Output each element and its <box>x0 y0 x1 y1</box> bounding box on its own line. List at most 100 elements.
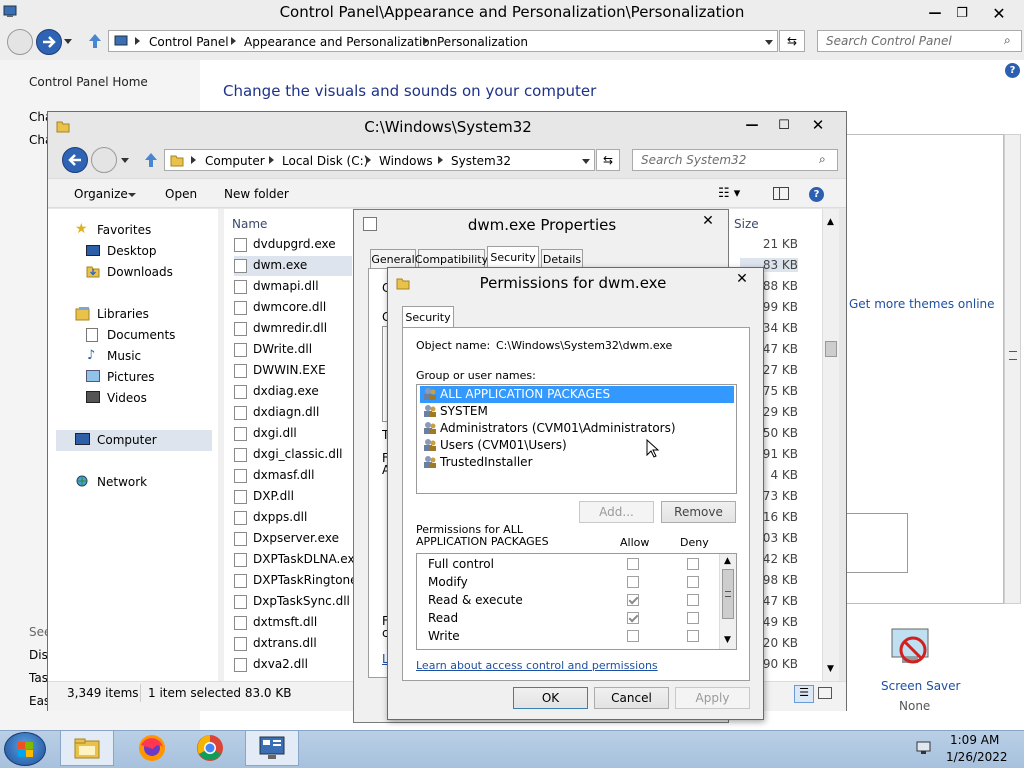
search-icon[interactable]: ⌕ <box>819 152 826 167</box>
file-row[interactable]: dxpps.dll <box>234 508 354 528</box>
thumbnails-view-icon[interactable] <box>818 687 832 699</box>
system-tray-network-icon[interactable] <box>915 740 933 756</box>
allow-checkbox[interactable] <box>627 594 639 606</box>
help-icon[interactable]: ? <box>1005 63 1020 78</box>
nav-documents[interactable]: Documents <box>107 328 175 342</box>
up-arrow-icon[interactable] <box>142 151 160 169</box>
file-row[interactable]: dxdiagn.dll <box>234 403 354 423</box>
recent-pages-chevron-icon[interactable] <box>64 39 72 44</box>
clock-date[interactable]: 1/26/2022 <box>946 750 1008 764</box>
organize-button[interactable]: Organize <box>74 187 128 201</box>
group-list-item[interactable]: TrustedInstaller <box>420 454 734 471</box>
deny-checkbox[interactable] <box>687 594 699 606</box>
file-row[interactable]: dvdupgrd.exe <box>234 235 354 255</box>
learn-access-control-link[interactable]: Learn about access control and permissio… <box>416 659 658 672</box>
explorer-address-bar[interactable]: Computer Local Disk (C:) Windows System3… <box>164 149 595 171</box>
scroll-up-arrow-icon[interactable]: ▲ <box>827 217 834 227</box>
column-header-size[interactable]: Size <box>734 217 759 231</box>
recent-pages-chevron-icon[interactable] <box>121 158 129 163</box>
control-panel-address-bar[interactable]: Control Panel Appearance and Personaliza… <box>108 30 778 52</box>
column-header-name[interactable]: Name <box>232 217 267 231</box>
file-row[interactable]: DxpTaskSync.dll <box>234 592 354 612</box>
scroll-down-arrow-icon[interactable]: ▼ <box>724 635 731 645</box>
file-row[interactable]: dxgi_classic.dll <box>234 445 354 465</box>
tab-security[interactable]: Security <box>487 246 539 268</box>
properties-close-button[interactable]: ✕ <box>694 210 722 232</box>
get-more-themes-link[interactable]: Get more themes online <box>849 297 995 311</box>
deny-checkbox[interactable] <box>687 612 699 624</box>
file-row[interactable]: dwmapi.dll <box>234 277 354 297</box>
explorer-search-input[interactable]: Search System32 ⌕ <box>632 149 838 171</box>
nav-videos[interactable]: Videos <box>107 391 147 405</box>
file-row[interactable]: DWWIN.EXE <box>234 361 354 381</box>
breadcrumb-personalization[interactable]: Personalization <box>437 35 528 49</box>
theme-list-scrollbar[interactable] <box>1004 134 1021 604</box>
explorer-close-button[interactable]: ✕ <box>804 114 832 136</box>
nav-downloads[interactable]: Downloads <box>107 265 173 279</box>
breadcrumb-windows[interactable]: Windows <box>379 154 433 168</box>
deny-checkbox[interactable] <box>687 630 699 642</box>
tab-details[interactable]: Details <box>541 249 583 268</box>
open-button[interactable]: Open <box>165 187 197 201</box>
group-list-item[interactable]: SYSTEM <box>420 403 734 420</box>
breadcrumb-computer[interactable]: Computer <box>205 154 265 168</box>
group-list-item[interactable]: ALL APPLICATION PACKAGES <box>420 386 734 403</box>
nav-desktop[interactable]: Desktop <box>107 244 157 258</box>
control-panel-home-link[interactable]: Control Panel Home <box>29 75 148 89</box>
tab-security[interactable]: Security <box>402 306 454 328</box>
nav-favorites[interactable]: Favorites <box>97 223 151 237</box>
permissions-scrollbar[interactable]: ▲ ▼ <box>719 554 736 649</box>
file-row[interactable]: dxmasf.dll <box>234 466 354 486</box>
file-row[interactable]: dxtrans.dll <box>234 634 354 654</box>
breadcrumb-local-disk[interactable]: Local Disk (C:) <box>282 154 368 168</box>
help-icon[interactable]: ? <box>809 187 824 202</box>
group-list-item[interactable]: Users (CVM01\Users) <box>420 437 734 454</box>
start-button[interactable] <box>4 732 46 766</box>
nav-network[interactable]: Network <box>97 475 147 489</box>
allow-checkbox[interactable] <box>627 576 639 588</box>
tab-general[interactable]: General <box>370 249 416 268</box>
file-row[interactable]: Dxpserver.exe <box>234 529 354 549</box>
minimize-button[interactable]: — <box>921 2 949 24</box>
file-row[interactable]: DXP.dll <box>234 487 354 507</box>
file-row[interactable]: dxva2.dll <box>234 655 354 675</box>
screen-saver-icon[interactable] <box>888 626 936 674</box>
scroll-up-arrow-icon[interactable]: ▲ <box>724 556 731 566</box>
explorer-maximize-button[interactable]: ☐ <box>770 114 798 136</box>
deny-checkbox[interactable] <box>687 576 699 588</box>
nav-libraries[interactable]: Libraries <box>97 307 149 321</box>
allow-checkbox[interactable] <box>627 630 639 642</box>
details-view-icon[interactable]: ☰ <box>794 685 814 703</box>
taskbar-explorer-icon[interactable] <box>60 730 114 766</box>
add-button[interactable]: Add... <box>579 501 654 523</box>
cancel-button[interactable]: Cancel <box>594 687 669 709</box>
close-button[interactable]: ✕ <box>985 2 1013 24</box>
see-also-taskbar[interactable]: Tas <box>29 671 48 685</box>
file-row[interactable]: DXPTaskRingtone.d <box>234 571 369 591</box>
preview-pane-icon[interactable] <box>773 187 789 200</box>
file-row[interactable]: DWrite.dll <box>234 340 354 360</box>
file-row[interactable]: dwmcore.dll <box>234 298 354 318</box>
clock-time[interactable]: 1:09 AM <box>950 733 999 747</box>
file-row[interactable]: DXPTaskDLNA.exe <box>234 550 362 570</box>
search-icon[interactable]: ⌕ <box>1004 33 1011 48</box>
breadcrumb-control-panel[interactable]: Control Panel <box>149 35 229 49</box>
up-arrow-icon[interactable] <box>86 32 104 50</box>
new-folder-button[interactable]: New folder <box>224 187 289 201</box>
control-panel-search-input[interactable]: Search Control Panel ⌕ <box>817 30 1022 52</box>
refresh-button[interactable]: ⇆ <box>779 30 805 52</box>
explorer-refresh-button[interactable]: ⇆ <box>596 149 620 171</box>
deny-checkbox[interactable] <box>687 558 699 570</box>
screen-saver-label[interactable]: Screen Saver <box>881 679 960 693</box>
maximize-button[interactable]: ❐ <box>948 2 976 24</box>
breadcrumb-system32[interactable]: System32 <box>451 154 511 168</box>
taskbar-firefox-icon[interactable] <box>125 730 179 766</box>
tab-compatibility[interactable]: Compatibility <box>415 249 488 268</box>
file-list-scrollbar[interactable]: ▲ ▼ <box>822 209 839 681</box>
file-row[interactable]: dwm.exe <box>234 256 352 276</box>
allow-checkbox[interactable] <box>627 558 639 570</box>
nav-pictures[interactable]: Pictures <box>107 370 155 384</box>
file-row[interactable]: dxgi.dll <box>234 424 354 444</box>
file-row[interactable]: dwmredir.dll <box>234 319 354 339</box>
nav-computer[interactable]: Computer <box>97 433 157 447</box>
